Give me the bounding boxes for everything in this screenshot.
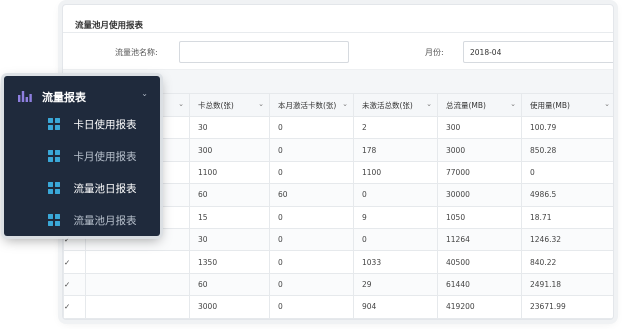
card-header: 流量池月使用报表: [63, 5, 613, 33]
column-header[interactable]: 卡总数(张) ⌄: [189, 93, 270, 117]
chevron-down-icon: ⌄: [426, 100, 432, 108]
month-input[interactable]: 2018-04: [463, 41, 613, 63]
menu-item[interactable]: 卡月使用报表: [4, 140, 160, 172]
column-header[interactable]: 未激活总数(张) ⌄: [353, 93, 438, 117]
table-cell: 9: [353, 205, 438, 229]
stage: 流量池月使用报表 流量池名称: 月份: 2018-04 ⌄ 卡总数(张) ⌄ 本月…: [0, 0, 622, 329]
table-cell: 0: [269, 205, 354, 229]
table-cell: 419200: [437, 295, 522, 319]
table-cell: 0: [269, 250, 354, 274]
menu-item-label: 流量池月报表: [73, 214, 137, 227]
table-cell: 11264: [437, 227, 522, 252]
menu-item-label: 卡月使用报表: [73, 150, 137, 163]
bar-chart-icon: [18, 91, 32, 102]
chevron-down-icon: ⌄: [342, 100, 348, 108]
table-cell: 30: [189, 227, 270, 252]
table-row[interactable]: ✓ 1350 0 1033 40500 840.22: [63, 250, 613, 274]
table-cell: 60: [189, 183, 270, 207]
table-cell: 850.28: [521, 138, 613, 162]
table-cell: 0: [353, 227, 438, 252]
month-label: 月份:: [425, 48, 444, 57]
table-cell: 904: [353, 295, 438, 319]
menu-item[interactable]: 流量池日报表: [4, 172, 160, 204]
table-cell: 0: [269, 138, 354, 162]
menu-group-label: 流量报表: [42, 90, 86, 104]
column-header[interactable]: 总流量(MB) ⌄: [437, 93, 522, 117]
table-row[interactable]: ✓ 60 0 29 61440 2491.18: [63, 272, 613, 297]
table-cell: 60: [189, 272, 270, 297]
table-cell: 61440: [437, 272, 522, 297]
table-cell: 1246.32: [521, 227, 613, 252]
chevron-down-icon: ⌄: [604, 100, 610, 108]
table-cell: [85, 272, 190, 297]
menu-items: 卡日使用报表 卡月使用报表 流量池日报表 流量池月报表: [4, 108, 160, 236]
table-cell: 77000: [437, 160, 522, 185]
table-cell: 15: [189, 205, 270, 229]
table-cell: 0: [353, 183, 438, 207]
chevron-down-icon: ⌄: [510, 100, 516, 108]
table-cell: 3000: [189, 295, 270, 319]
menu-item[interactable]: 流量池月报表: [4, 204, 160, 236]
page-title: 流量池月使用报表: [75, 21, 144, 31]
grid-tile-icon: [48, 150, 60, 162]
row-check-icon[interactable]: ✓: [63, 250, 86, 274]
table-cell: 60: [269, 183, 354, 207]
table-cell: 300: [437, 115, 522, 140]
table-cell: [85, 250, 190, 274]
grid-tile-icon: [48, 118, 60, 130]
column-header[interactable]: 使用量(MB) ⌄: [521, 93, 613, 117]
table-cell: 300: [189, 138, 270, 162]
table-cell: 1350: [189, 250, 270, 274]
table-cell: 100.79: [521, 115, 613, 140]
table-cell: 23671.99: [521, 295, 613, 319]
chevron-down-icon: ⌄: [141, 89, 148, 98]
row-check-icon[interactable]: ✓: [63, 295, 86, 319]
table-cell: 30: [189, 115, 270, 140]
menu-group-header[interactable]: 流量报表 ⌄: [4, 76, 160, 108]
table-cell: 0: [269, 160, 354, 185]
row-check-icon[interactable]: ✓: [63, 272, 86, 297]
table-cell: 2491.18: [521, 272, 613, 297]
grid-tile-icon: [48, 182, 60, 194]
column-header[interactable]: 本月激活卡数(张) ⌄: [269, 93, 354, 117]
table-row[interactable]: ✓ 3000 0 904 419200 23671.99: [63, 295, 613, 319]
pool-name-label: 流量池名称:: [115, 48, 158, 57]
table-cell: 4986.5: [521, 183, 613, 207]
pool-name-input[interactable]: [179, 41, 349, 63]
menu-item-label: 卡日使用报表: [73, 118, 137, 131]
side-menu: 流量报表 ⌄ 卡日使用报表 卡月使用报表 流量池日报表 流量池月报表: [4, 76, 160, 236]
table-cell: 3000: [437, 138, 522, 162]
filter-row: 流量池名称: 月份: 2018-04: [63, 39, 613, 65]
table-cell: 0: [521, 160, 613, 185]
table-cell: 30000: [437, 183, 522, 207]
table-cell: 1050: [437, 205, 522, 229]
table-cell: 840.22: [521, 250, 613, 274]
table-cell: 178: [353, 138, 438, 162]
menu-item[interactable]: 卡日使用报表: [4, 108, 160, 140]
table-cell: 2: [353, 115, 438, 140]
table-cell: 0: [269, 295, 354, 319]
table-cell: 0: [269, 115, 354, 140]
table-cell: 1033: [353, 250, 438, 274]
chevron-down-icon: ⌄: [258, 100, 264, 108]
table-cell: 0: [269, 272, 354, 297]
table-cell: [85, 295, 190, 319]
menu-item-label: 流量池日报表: [73, 182, 137, 195]
table-cell: 29: [353, 272, 438, 297]
table-cell: 1100: [353, 160, 438, 185]
table-cell: 40500: [437, 250, 522, 274]
chevron-down-icon: ⌄: [178, 100, 184, 108]
table-cell: 0: [269, 227, 354, 252]
table-cell: 1100: [189, 160, 270, 185]
table-cell: 18.71: [521, 205, 613, 229]
grid-tile-icon: [48, 214, 60, 226]
